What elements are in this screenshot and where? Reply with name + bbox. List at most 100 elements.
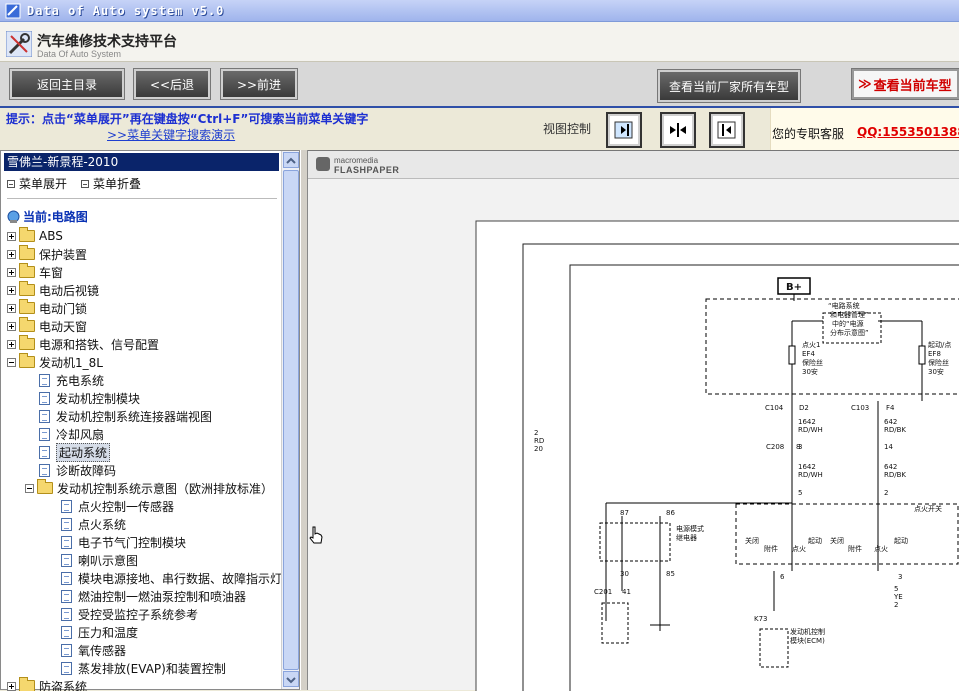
view-current-model-button[interactable]: ≫查看当前车型 xyxy=(852,69,959,99)
tree-item-label: 蒸发排放(EVAP)和装置控制 xyxy=(78,660,226,677)
pin-30: 30 xyxy=(620,570,629,578)
tree-item[interactable]: 模块电源接地、串行数据、故障指示灯 xyxy=(61,569,281,587)
menu-collapse-button[interactable]: 菜单折叠 xyxy=(81,175,141,192)
support-qq-link[interactable]: QQ:1553501388 xyxy=(857,125,959,139)
tree-item-label: 发动机控制模块 xyxy=(56,390,140,407)
view-all-models-button[interactable]: 查看当前厂家所有车型 xyxy=(658,70,800,102)
tree-folder[interactable]: 电动门锁 xyxy=(7,299,87,317)
tree-item-label: 发动机1_8L xyxy=(39,354,103,371)
view-split-button[interactable] xyxy=(660,112,696,148)
tree-scrollbar[interactable] xyxy=(281,151,299,689)
support-label: 您的专职客服 xyxy=(772,125,844,142)
folder-icon xyxy=(19,248,35,260)
document-icon xyxy=(39,446,50,459)
tree-item[interactable]: 点火控制一传感器 xyxy=(61,497,174,515)
document-icon xyxy=(61,590,72,603)
tree-item-label: 起动系统 xyxy=(56,443,110,462)
sw-label-7: 点火 xyxy=(874,545,888,553)
tree-item[interactable]: 冷却风扇 xyxy=(39,425,104,443)
tree-folder[interactable]: 电源和搭铁、信号配置 xyxy=(7,335,159,353)
tree-item[interactable]: 压力和温度 xyxy=(61,623,138,641)
expand-toggle-icon[interactable] xyxy=(7,340,16,349)
folder-icon xyxy=(19,302,35,314)
app-header: 汽车维修技术支持平台 Data Of Auto System xyxy=(0,22,959,62)
pin-86: 86 xyxy=(666,509,675,517)
current-section: 当前:电路图 xyxy=(7,208,88,225)
tree-item[interactable]: 诊断故障码 xyxy=(39,461,116,479)
scroll-up-button[interactable] xyxy=(283,152,299,168)
collapse-toggle-icon[interactable] xyxy=(7,358,16,367)
tree-folder[interactable]: 车窗 xyxy=(7,263,63,281)
wiring-diagram[interactable]: B+ “电路系统 和电器管理” 中的“电源 分布示意图” 点火1 EF4 保险丝… xyxy=(308,151,959,691)
expand-toggle-icon[interactable] xyxy=(7,304,16,313)
tree-folder[interactable]: 保护装置 xyxy=(7,245,87,263)
forward-button[interactable]: >>前进 xyxy=(221,69,297,99)
tree-folder[interactable]: ABS xyxy=(7,227,63,245)
tree-item[interactable]: 发动机控制系统连接器端视图 xyxy=(39,407,212,425)
sw-label-1: 关闭 xyxy=(745,536,759,545)
collapse-toggle-icon[interactable] xyxy=(25,484,34,493)
tree-item[interactable]: 发动机控制模块 xyxy=(39,389,140,407)
view-expand-right-button[interactable] xyxy=(606,112,642,148)
ignition-switch-label: 点火开关 xyxy=(914,504,942,513)
scroll-down-button[interactable] xyxy=(283,671,299,687)
pin-3: 3 xyxy=(898,573,902,581)
tree-item-label: 发动机控制系统示意图（欧洲排放标准） xyxy=(57,480,273,497)
sw-label-2: 附件 xyxy=(764,544,778,553)
tree-folder[interactable]: 防盗系统 xyxy=(7,677,87,691)
tree-item[interactable]: 电子节气门控制模块 xyxy=(61,533,186,551)
sw-label-8: 起动 xyxy=(894,536,908,545)
expand-toggle-icon[interactable] xyxy=(7,322,16,331)
document-icon xyxy=(61,536,72,549)
hint-text: 提示：点击“菜单展开”再在键盘按“Ctrl+F”可搜索当前菜单关键字 xyxy=(6,110,368,127)
panel-splitter[interactable] xyxy=(300,150,308,690)
pin-6: 6 xyxy=(780,573,785,581)
tree-item[interactable]: 充电系统 xyxy=(39,371,104,389)
tree-item[interactable]: 起动系统 xyxy=(39,443,110,461)
tree-item-label: 点火控制一传感器 xyxy=(78,498,174,515)
tree-item-label: 氧传感器 xyxy=(78,642,126,659)
search-demo-link[interactable]: >>菜单关键字搜索演示 xyxy=(107,126,235,143)
expand-toggle-icon[interactable] xyxy=(7,286,16,295)
f4-label: F4 xyxy=(886,404,895,412)
c104-label: C104 xyxy=(765,404,784,412)
document-icon xyxy=(39,464,50,477)
customer-service-panel: 您的专职客服 QQ:1553501388 xyxy=(770,108,959,150)
bplus-label: B+ xyxy=(786,282,802,293)
tree-item[interactable]: 喇叭示意图 xyxy=(61,551,138,569)
scroll-thumb[interactable] xyxy=(283,170,299,670)
platform-title: 汽车维修技术支持平台 xyxy=(37,31,177,51)
tree-item[interactable]: 蒸发排放(EVAP)和装置控制 xyxy=(61,659,226,677)
document-icon xyxy=(39,392,50,405)
document-icon xyxy=(61,626,72,639)
tree-item-label: 电源和搭铁、信号配置 xyxy=(39,336,159,353)
document-icon xyxy=(61,518,72,531)
back-to-main-button[interactable]: 返回主目录 xyxy=(10,69,124,99)
expand-toggle-icon[interactable] xyxy=(7,268,16,277)
tree-folder[interactable]: 发动机1_8L xyxy=(7,353,103,371)
app-icon xyxy=(5,3,21,19)
c201-label: C201 xyxy=(594,588,612,596)
folder-icon xyxy=(19,284,35,296)
expand-toggle-icon[interactable] xyxy=(7,232,16,241)
tree-item[interactable]: 燃油控制一燃油泵控制和喷油器 xyxy=(61,587,246,605)
tree-item[interactable]: 氧传感器 xyxy=(61,641,126,659)
document-icon xyxy=(61,644,72,657)
document-icon xyxy=(61,572,72,585)
tree-folder[interactable]: 电动后视镜 xyxy=(7,281,99,299)
tree-item[interactable]: 受控受监控子系统参考 xyxy=(61,605,198,623)
tree-item-label: 喇叭示意图 xyxy=(78,552,138,569)
tree-item[interactable]: 点火系统 xyxy=(61,515,126,533)
tree-folder[interactable]: 电动天窗 xyxy=(7,317,87,335)
view-expand-left-button[interactable] xyxy=(709,112,745,148)
expand-toggle-icon[interactable] xyxy=(7,250,16,259)
back-button[interactable]: <<后退 xyxy=(134,69,210,99)
menu-expand-button[interactable]: 菜单展开 xyxy=(7,175,67,192)
tree-folder[interactable]: 发动机控制系统示意图（欧洲排放标准） xyxy=(25,479,273,497)
sw-label-4: 起动 xyxy=(808,536,822,545)
tree-item-label: 冷却风扇 xyxy=(56,426,104,443)
document-icon xyxy=(61,662,72,675)
view-control-label: 视图控制 xyxy=(543,120,591,137)
expand-toggle-icon[interactable] xyxy=(7,682,16,691)
tree-item-label: 电子节气门控制模块 xyxy=(78,534,186,551)
